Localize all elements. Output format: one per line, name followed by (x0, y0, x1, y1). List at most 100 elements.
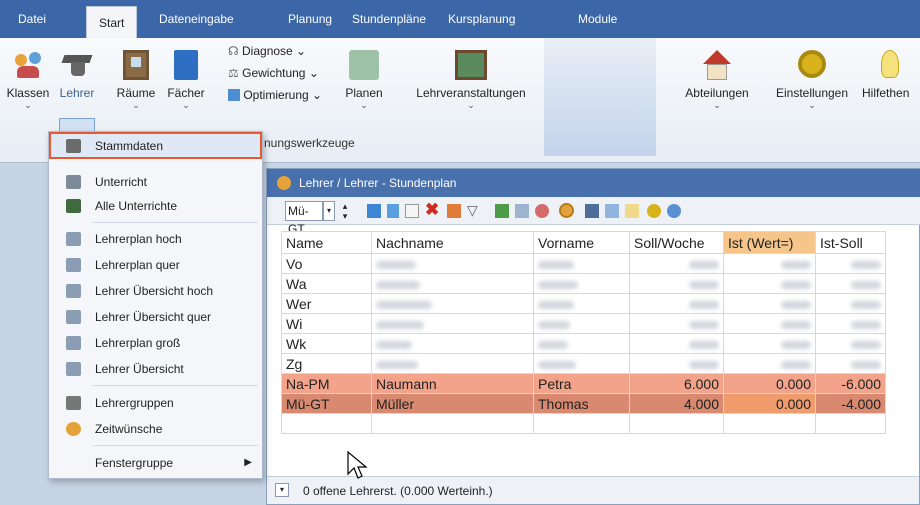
table-row[interactable]: Wer (281, 293, 886, 314)
table-row[interactable]: Wa (281, 273, 886, 294)
cell-blurred (629, 293, 724, 314)
menu-item-stammdaten[interactable]: Stammdaten (49, 133, 262, 159)
selector-spinner-icon[interactable]: ▴ ▾ (339, 201, 351, 221)
selector-dropdown-icon[interactable]: ▾ (323, 201, 335, 221)
diagnose-button[interactable]: ☊ Diagnose ⌄ (228, 44, 306, 58)
cell-blurred (629, 253, 724, 274)
klassen-button[interactable]: Klassen ⌄ (0, 50, 56, 110)
menu-item-lehrer-uebersicht-quer[interactable]: Lehrer Übersicht quer (49, 304, 262, 330)
menu-item-lehrer-uebersicht[interactable]: Lehrer Übersicht (49, 356, 262, 382)
refresh-icon[interactable] (667, 204, 681, 218)
table-row-empty[interactable] (281, 413, 886, 434)
cell-name[interactable]: Wer (281, 293, 372, 314)
column-header-ist-soll[interactable]: Ist-Soll (815, 231, 886, 254)
cell-empty[interactable] (371, 413, 534, 434)
menu-item-lehrerplan-hoch[interactable]: Lehrerplan hoch (49, 226, 262, 252)
cell-name[interactable]: Zg (281, 353, 372, 374)
cell-name[interactable]: Na-PM (281, 373, 372, 394)
chevron-down-icon: ⌄ (24, 100, 32, 110)
tab-kursplanung[interactable]: Kursplanung (440, 0, 523, 38)
grid-icon (228, 89, 240, 101)
cell-ist-soll[interactable]: -4.000 (815, 393, 886, 414)
hilfethemen-button[interactable]: Hilfethen (860, 50, 920, 100)
cell-vorname[interactable]: Petra (533, 373, 630, 394)
optimierung-button[interactable]: Optimierung ⌄ (228, 88, 322, 102)
einstellungen-button[interactable]: Einstellungen ⌄ (766, 50, 858, 110)
people-icon[interactable] (535, 204, 549, 218)
clock-icon[interactable] (559, 203, 574, 218)
planen-button[interactable]: Planen ⌄ (340, 50, 388, 110)
cell-soll[interactable]: 4.000 (629, 393, 724, 414)
cell-blurred (533, 253, 630, 274)
table-row[interactable]: Na-PM Naumann Petra 6.000 0.000 -6.000 (281, 373, 886, 394)
menu-item-lehrerplan-gross[interactable]: Lehrerplan groß (49, 330, 262, 356)
cell-ist[interactable]: 0.000 (723, 393, 816, 414)
menu-item-zeitwuensche[interactable]: Zeitwünsche (49, 416, 262, 442)
table-row[interactable]: Mü-GT Müller Thomas 4.000 0.000 -4.000 (281, 393, 886, 414)
tab-planung[interactable]: Planung (280, 0, 340, 38)
menu-item-unterricht[interactable]: Unterricht (49, 169, 262, 195)
column-header-vorname[interactable]: Vorname (533, 231, 630, 254)
cell-name[interactable] (281, 413, 372, 434)
column-header-soll[interactable]: Soll/Woche (629, 231, 724, 254)
table-row[interactable]: Wk (281, 333, 886, 354)
einstellungen-label: Einstellungen (775, 86, 849, 100)
grid-view-icon[interactable] (367, 204, 381, 218)
cell-name[interactable]: Wa (281, 273, 372, 294)
cell-empty[interactable] (815, 413, 886, 434)
cell-nachname[interactable]: Müller (371, 393, 534, 414)
menu-item-alle-unterrichte[interactable]: Alle Unterrichte (49, 193, 262, 219)
cell-name[interactable]: Wi (281, 313, 372, 334)
cell-empty[interactable] (533, 413, 630, 434)
blurred-ribbon-button (544, 38, 656, 156)
gear-icon[interactable] (647, 204, 661, 218)
cell-nachname[interactable]: Naumann (371, 373, 534, 394)
cell-empty[interactable] (629, 413, 724, 434)
raeume-button[interactable]: Räume ⌄ (110, 50, 162, 110)
filter-icon[interactable]: ▽ (467, 202, 478, 219)
column-header-ist[interactable]: Ist (Wert=) (723, 231, 816, 254)
table-icon[interactable] (515, 204, 529, 218)
document-icon[interactable] (625, 204, 639, 218)
lehrer-button[interactable]: Lehrer (59, 50, 95, 100)
column-header-nachname[interactable]: Nachname (371, 231, 534, 254)
menu-item-lehrergruppen[interactable]: Lehrergruppen (49, 390, 262, 416)
lightbulb-icon (881, 50, 899, 78)
cell-name[interactable]: Vo (281, 253, 372, 274)
cell-ist[interactable]: 0.000 (723, 373, 816, 394)
ribbon-tab-bar: Datei Start Dateneingabe Planung Stunden… (0, 0, 920, 38)
list-icon[interactable] (387, 204, 399, 218)
timetable-icon (66, 362, 81, 376)
tab-start[interactable]: Start (86, 6, 138, 38)
tab-dateneingabe[interactable]: Dateneingabe (151, 0, 242, 38)
table-row[interactable]: Vo (281, 253, 886, 274)
sort-az-icon[interactable] (495, 204, 509, 218)
lehrveranstaltungen-button[interactable]: Lehrveranstaltungen ⌄ (408, 50, 534, 110)
table-row[interactable]: Zg (281, 353, 886, 374)
edit-icon[interactable] (605, 204, 619, 218)
table-row[interactable]: Wi (281, 313, 886, 334)
menu-item-lehrerplan-quer[interactable]: Lehrerplan quer (49, 252, 262, 278)
menu-item-fenstergruppe[interactable]: Fenstergruppe ▶ (49, 450, 262, 476)
tab-datei[interactable]: Datei (10, 0, 54, 38)
new-document-icon[interactable] (405, 204, 419, 218)
cell-empty[interactable] (723, 413, 816, 434)
sort-icon[interactable] (447, 204, 461, 218)
cell-vorname[interactable]: Thomas (533, 393, 630, 414)
faecher-button[interactable]: Fächer ⌄ (163, 50, 209, 110)
tab-stundenplaene[interactable]: Stundenpläne (344, 0, 434, 38)
chevron-down-icon[interactable]: ▾ (275, 483, 289, 497)
gewichtung-button[interactable]: ⚖ Gewichtung ⌄ (228, 66, 319, 80)
menu-item-lehrer-uebersicht-hoch[interactable]: Lehrer Übersicht hoch (49, 278, 262, 304)
cell-name[interactable]: Mü-GT (281, 393, 372, 414)
tab-module[interactable]: Module (570, 0, 625, 38)
column-header-name[interactable]: Name (281, 231, 372, 254)
cell-soll[interactable]: 6.000 (629, 373, 724, 394)
abteilungen-button[interactable]: Abteilungen ⌄ (676, 50, 758, 110)
cell-ist-soll[interactable]: -6.000 (815, 373, 886, 394)
delete-icon[interactable]: ✖ (425, 200, 439, 220)
teacher-selector[interactable]: Mü-GT (285, 201, 323, 236)
cell-blurred (723, 253, 816, 274)
cell-name[interactable]: Wk (281, 333, 372, 354)
calculator-icon[interactable] (585, 204, 599, 218)
